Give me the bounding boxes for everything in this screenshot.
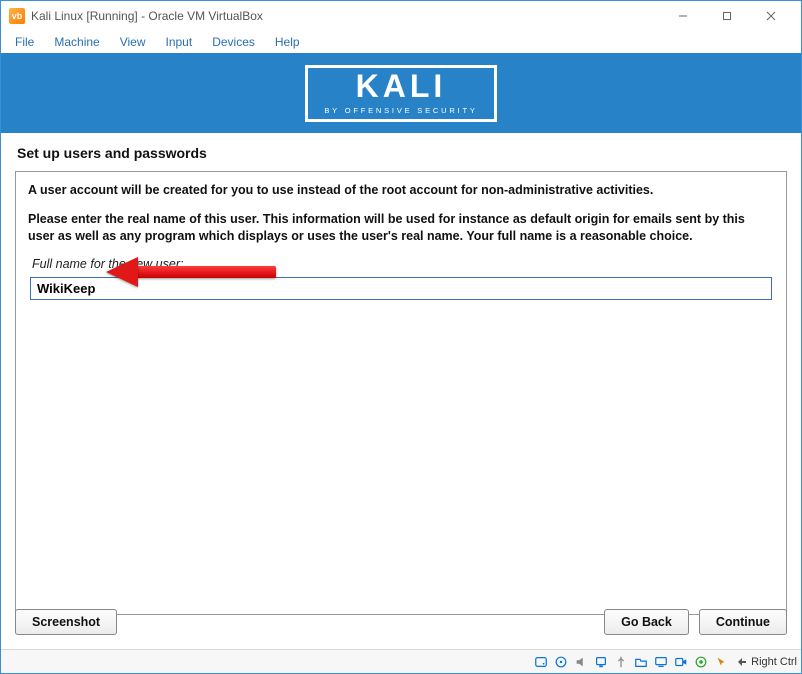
vm-statusbar: Right Ctrl: [1, 649, 801, 673]
titlebar: vb Kali Linux [Running] - Oracle VM Virt…: [1, 1, 801, 31]
menu-devices[interactable]: Devices: [204, 33, 263, 51]
intro-text-2: Please enter the real name of this user.…: [28, 211, 774, 245]
window-controls: [661, 2, 793, 30]
kali-logo: KALI BY OFFENSIVE SECURITY: [305, 65, 496, 122]
fullname-label: Full name for the new user:: [28, 257, 774, 271]
installer-panel: A user account will be created for you t…: [15, 171, 787, 615]
kali-logo-text: KALI: [324, 70, 477, 102]
network-icon[interactable]: [592, 653, 610, 671]
screenshot-button[interactable]: Screenshot: [15, 609, 117, 635]
hard-disk-icon[interactable]: [532, 653, 550, 671]
kali-banner: KALI BY OFFENSIVE SECURITY: [1, 53, 801, 133]
host-key-indicator[interactable]: Right Ctrl: [736, 656, 797, 668]
menu-input[interactable]: Input: [158, 33, 201, 51]
menu-view[interactable]: View: [112, 33, 154, 51]
section-title: Set up users and passwords: [1, 133, 801, 171]
recording-icon[interactable]: [672, 653, 690, 671]
menu-machine[interactable]: Machine: [46, 33, 107, 51]
continue-button[interactable]: Continue: [699, 609, 787, 635]
virtualbox-icon: vb: [9, 8, 25, 24]
minimize-button[interactable]: [661, 2, 705, 30]
menu-help[interactable]: Help: [267, 33, 308, 51]
optical-disk-icon[interactable]: [552, 653, 570, 671]
display-icon[interactable]: [652, 653, 670, 671]
guest-additions-icon[interactable]: [692, 653, 710, 671]
close-button[interactable]: [749, 2, 793, 30]
window-title: Kali Linux [Running] - Oracle VM Virtual…: [31, 9, 661, 23]
kali-logo-subtitle: BY OFFENSIVE SECURITY: [324, 106, 477, 115]
menubar: File Machine View Input Devices Help: [1, 31, 801, 53]
footer-buttons: Screenshot Go Back Continue: [15, 601, 787, 643]
audio-icon[interactable]: [572, 653, 590, 671]
shared-folders-icon[interactable]: [632, 653, 650, 671]
mouse-integration-icon[interactable]: [712, 653, 730, 671]
host-key-label: Right Ctrl: [751, 656, 797, 668]
maximize-button[interactable]: [705, 2, 749, 30]
go-back-button[interactable]: Go Back: [604, 609, 689, 635]
usb-icon[interactable]: [612, 653, 630, 671]
intro-text-1: A user account will be created for you t…: [28, 182, 774, 199]
host-key-arrow-icon: [736, 656, 748, 668]
menu-file[interactable]: File: [7, 33, 42, 51]
fullname-input[interactable]: [30, 277, 772, 300]
